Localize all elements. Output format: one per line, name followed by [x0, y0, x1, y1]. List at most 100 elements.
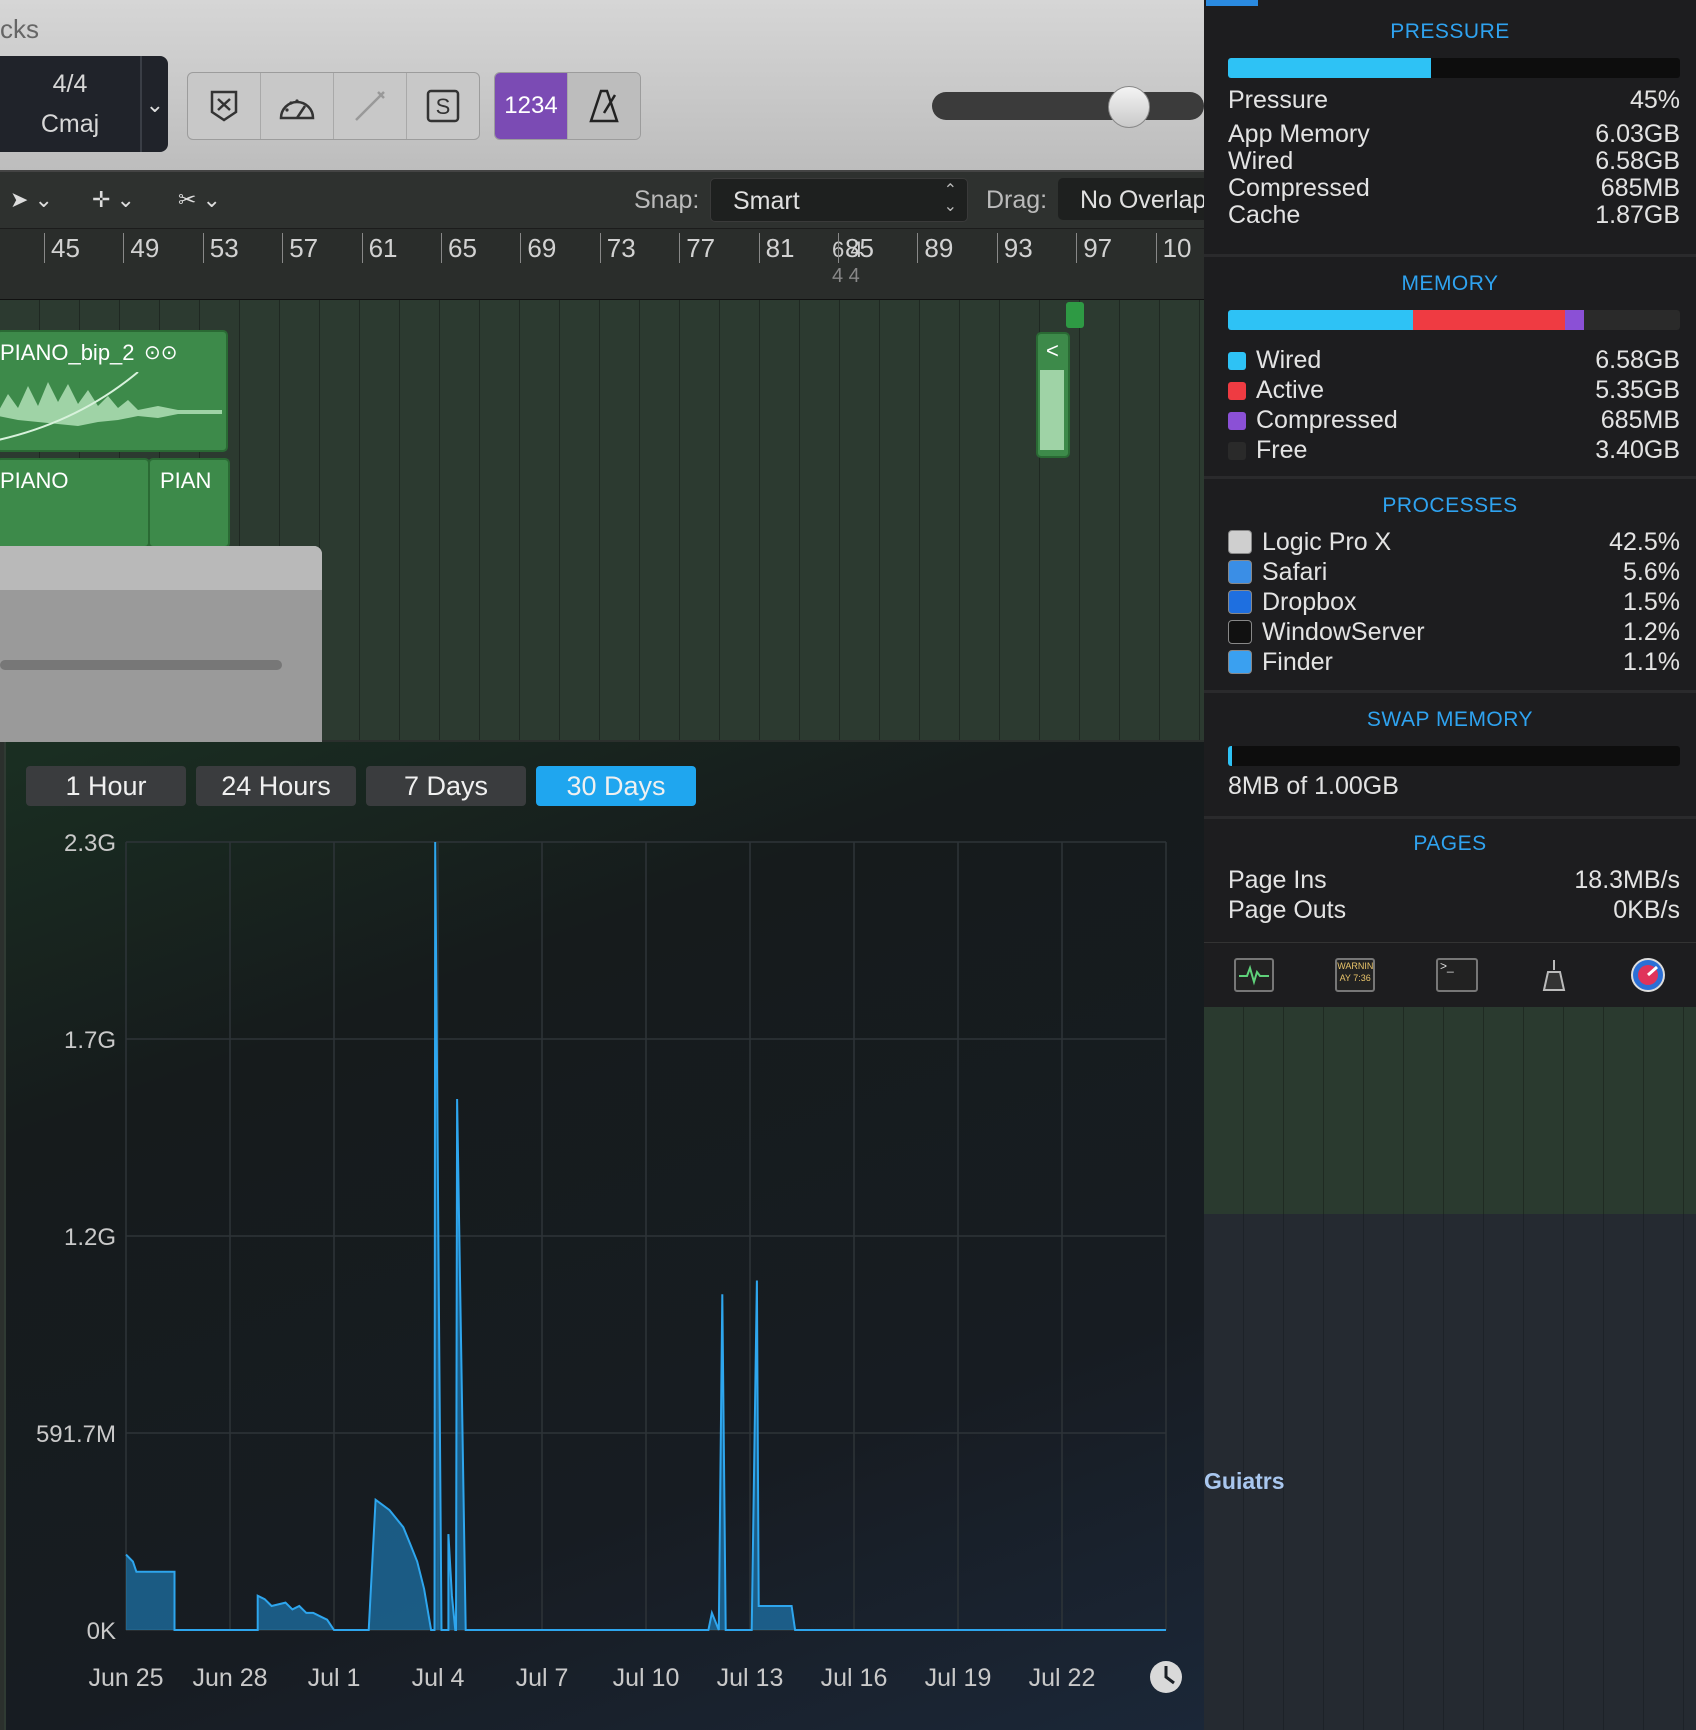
process-row[interactable]: Dropbox 1.5% — [1228, 588, 1680, 618]
dropbox-icon — [1228, 590, 1252, 614]
tracks-toolbar: ➤ ⌄ ✛ ⌄ ✂ ⌄ Snap: Smart ⌃ ⌄ Drag: No Overlap — [0, 172, 1204, 229]
y-tick-label: 591.7M — [36, 1421, 116, 1448]
pressure-row: Compressed 685MB — [1228, 174, 1680, 204]
x-tick-label: Jul 4 — [412, 1664, 465, 1692]
pressure-row: Wired 6.58GB — [1228, 147, 1680, 177]
region-marker[interactable] — [1066, 302, 1084, 328]
small-region[interactable]: < — [1036, 332, 1070, 458]
divider — [1204, 254, 1696, 257]
x-tick-label: Jul 16 — [821, 1664, 888, 1692]
x-tick-label: Jul 7 — [516, 1664, 569, 1692]
count-in-button[interactable]: 1234 — [495, 73, 568, 139]
memory-segment — [1584, 310, 1680, 330]
ruler-bar-number: 69 — [520, 233, 556, 263]
ruler-bar-number: 93 — [996, 233, 1033, 263]
ruler-bar-number: 45 — [44, 233, 80, 263]
pressure-title: PRESSURE — [1390, 20, 1510, 43]
y-tick-label: 0K — [87, 1618, 116, 1645]
terminal-icon[interactable]: >_ — [1435, 958, 1478, 992]
memory-segment — [1228, 310, 1414, 330]
tuner-button[interactable] — [261, 73, 334, 139]
x-tick-label: Jul 10 — [613, 1664, 680, 1692]
x-tick-label: Jun 25 — [88, 1664, 163, 1692]
waveform — [0, 372, 222, 441]
tuning-fork-icon — [355, 91, 385, 121]
chevron-down-icon: ⌄ — [202, 187, 221, 212]
row-value: 1.2% — [1623, 618, 1680, 646]
midi-region[interactable]: PIAN — [148, 458, 230, 548]
row-value: 0KB/s — [1613, 896, 1680, 924]
snap-label: Snap: — [634, 186, 700, 214]
process-row[interactable]: Safari 5.6% — [1228, 558, 1680, 588]
replace-button[interactable] — [188, 73, 261, 139]
memory-row: Compressed 685MB — [1228, 406, 1680, 436]
x-tick-label: Jun 28 — [192, 1664, 267, 1692]
crosshair-icon: ✛ — [92, 187, 111, 212]
row-value: 42.5% — [1609, 528, 1680, 556]
memory-chart: 2.3G 1.7G 1.2G 591.7M 0K Jun 25 Jun 28 Jul 1 Ju… — [36, 830, 1182, 1693]
row-value: 6.03GB — [1595, 120, 1680, 148]
disk-cleaner-icon[interactable] — [1539, 958, 1569, 992]
pages-title: PAGES — [1413, 832, 1487, 855]
x-tick-label: Jul 19 — [925, 1664, 992, 1692]
drag-value: No Overlap — [1080, 186, 1204, 214]
row-label: Wired — [1228, 147, 1294, 175]
region-label: PIANO_bip_2 — [0, 340, 135, 365]
master-volume-slider[interactable] — [932, 92, 1204, 120]
process-row[interactable]: WindowServer 1.2% — [1228, 618, 1680, 648]
region-label: < — [1046, 338, 1059, 363]
metronome-icon — [589, 89, 619, 123]
row-label: Free — [1256, 436, 1308, 464]
row-label: Compressed — [1256, 406, 1398, 434]
drag-label: Drag: — [986, 186, 1048, 214]
stepper-arrows-icon: ⌃ ⌄ — [943, 182, 957, 215]
legend-swatch — [1228, 382, 1246, 400]
x-tick-label: Jul 1 — [308, 1664, 361, 1692]
control-bar: cks 4/4 Cmaj ⌄ S 1234 — [0, 0, 1204, 172]
swap-text: 8MB of 1.00GB — [1228, 772, 1399, 800]
logic-icon — [1228, 530, 1252, 554]
istat-memory-menu: PRESSURE Pressure 45% App Memory 6.03GB Wire… — [1204, 0, 1696, 1007]
process-row[interactable]: Logic Pro X 42.5% — [1228, 528, 1680, 558]
crosshair-tool-menu[interactable]: ✛ ⌄ — [92, 180, 135, 220]
row-label: App Memory — [1228, 120, 1370, 148]
row-label: Finder — [1262, 648, 1333, 676]
row-value: 6.58GB — [1595, 346, 1680, 374]
overlay-progress — [0, 660, 282, 670]
snap-select[interactable]: Smart ⌃ ⌄ — [710, 178, 968, 222]
windowserver-icon — [1228, 620, 1252, 644]
ruler-bar-number: 65 — [441, 233, 477, 263]
istat-icon[interactable] — [1630, 957, 1666, 993]
row-value: 1.1% — [1623, 648, 1680, 676]
activity-monitor-icon[interactable] — [1234, 958, 1275, 992]
console-icon[interactable]: WARNIN AY 7:36 — [1335, 958, 1376, 992]
safari-icon — [1228, 560, 1252, 584]
process-row[interactable]: Finder 1.1% — [1228, 648, 1680, 678]
audio-region[interactable]: PIANO_bip_2 ⊙⊙ — [0, 330, 228, 452]
scissors-tool-menu[interactable]: ✂ ⌄ — [178, 180, 221, 220]
row-value: 685MB — [1600, 406, 1680, 434]
row-label: Dropbox — [1262, 588, 1357, 616]
midi-region[interactable]: PIANO — [0, 458, 150, 548]
divider — [1204, 476, 1696, 479]
clock-icon[interactable] — [1150, 1661, 1182, 1693]
drag-select[interactable]: No Overlap — [1058, 178, 1204, 220]
row-value: 45% — [1629, 86, 1680, 114]
ruler-bar-number: 73 — [599, 233, 636, 263]
pointer-tool-menu[interactable]: ➤ ⌄ — [10, 180, 53, 220]
region-label: PIANO — [0, 468, 69, 493]
chevron-down-icon[interactable]: ⌄ — [146, 92, 164, 118]
master-volume-knob[interactable] — [1108, 86, 1150, 128]
pressure-bar — [1228, 58, 1680, 78]
tuning-fork-button[interactable] — [334, 73, 407, 139]
solo-button[interactable]: S — [407, 73, 479, 139]
metronome-button[interactable] — [568, 73, 640, 139]
bar-ruler[interactable]: 6 4 4 4 45 49 53 57 61 65 69 73 77 81 85 89 93 97 10 — [0, 229, 1204, 300]
lcd-display[interactable]: 4/4 Cmaj ⌄ — [0, 56, 168, 152]
svg-text:S: S — [436, 94, 451, 119]
count-in-group: 1234 — [494, 72, 641, 140]
scissors-icon: ✂ — [178, 187, 197, 212]
memory-segment — [1413, 310, 1565, 330]
time-signature: 4/4 — [52, 70, 88, 98]
x-tick-label: Jul 22 — [1029, 1664, 1096, 1692]
